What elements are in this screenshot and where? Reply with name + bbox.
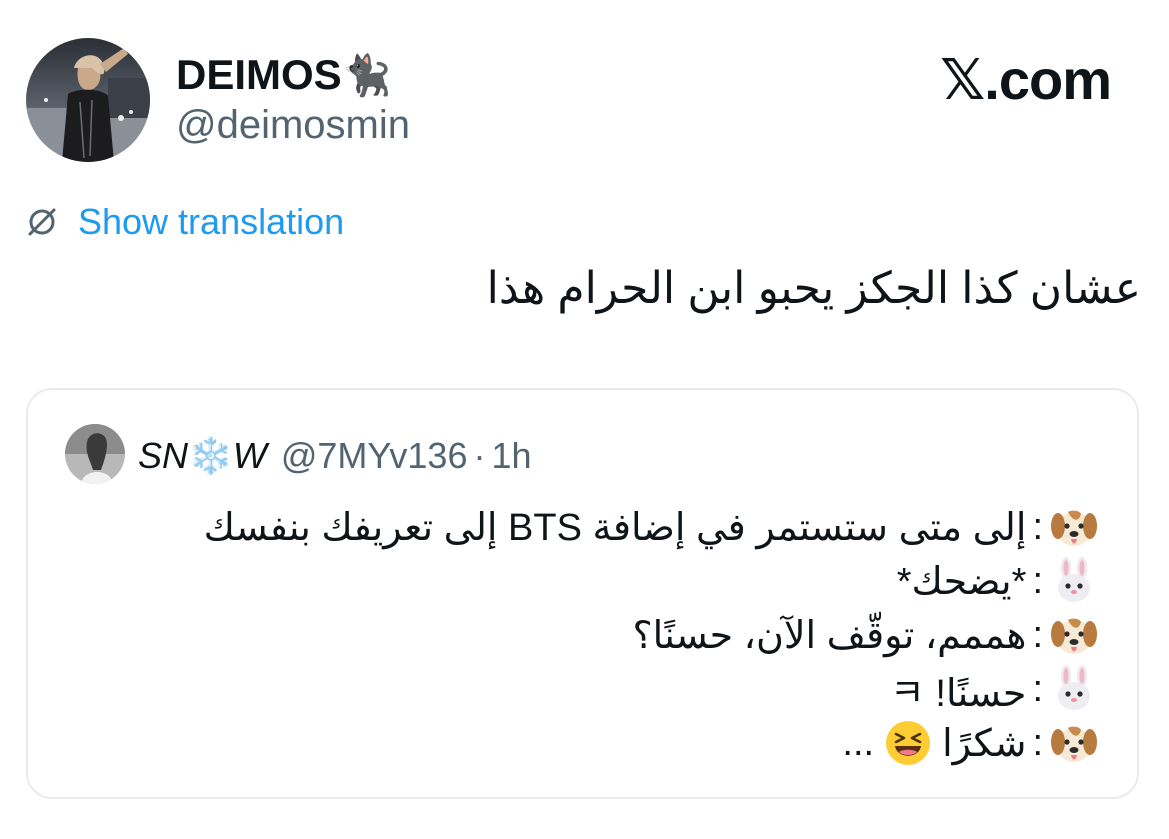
quoted-tweet-card[interactable]: SN❄️W @7MYv136 · 1h : إلى متى ستستمر في … — [26, 388, 1139, 799]
brand-domain-text: .com — [984, 48, 1112, 111]
show-translation-button[interactable]: Show translation — [24, 200, 344, 244]
line-colon: : — [1032, 505, 1043, 548]
author-handle[interactable]: @deimosmin — [176, 103, 410, 147]
author-avatar[interactable] — [26, 38, 150, 162]
dog-face-icon — [1051, 618, 1097, 654]
quote-author-handle[interactable]: @7MYv136 — [281, 436, 468, 476]
author-name-text: DEIMOS — [176, 51, 342, 98]
quote-name-left: SN — [138, 434, 189, 476]
laughing-face-icon — [886, 721, 931, 765]
quote-line: : *يضحك* — [204, 554, 1099, 608]
quote-line: : هممم، توقّف الآن، حسنًا؟ — [204, 608, 1099, 662]
line-colon: : — [1032, 613, 1043, 656]
line-colon: : — [1032, 721, 1043, 764]
tweet-text: عشان كذا الجكز يحبو ابن الحرام هذا — [486, 264, 1141, 313]
line-text: إلى متى ستستمر في إضافة BTS إلى تعريفك ب… — [203, 506, 1027, 549]
snowflake-icon: ❄️ — [188, 435, 233, 477]
rabbit-face-icon — [1058, 557, 1090, 602]
globe-icon — [28, 208, 56, 236]
x-brand-logo: 𝕏.com — [940, 48, 1112, 113]
line-colon: : — [1032, 559, 1043, 602]
rabbit-face-icon — [1058, 665, 1090, 710]
separator-dot: · — [473, 435, 486, 476]
x-logo-icon: 𝕏 — [940, 48, 985, 113]
quote-line: : حسنًا! ㅋ — [204, 662, 1099, 716]
quote-name-right: W — [232, 434, 267, 476]
line-text: هممم، توقّف الآن، حسنًا؟ — [632, 614, 1027, 657]
black-cat-icon: 🐈‍⬛ — [341, 53, 392, 99]
line-colon: : — [1032, 667, 1043, 710]
quote-avatar-image — [65, 424, 125, 484]
quote-line: : شكرًا ... — [204, 716, 1099, 770]
line-text: حسنًا! ㅋ — [889, 672, 1027, 715]
quote-author-name[interactable]: SN❄️W — [138, 434, 267, 477]
author-avatar-image — [26, 38, 150, 162]
show-translation-label: Show translation — [78, 201, 345, 242]
quote-line: : إلى متى ستستمر في إضافة BTS إلى تعريفك… — [204, 500, 1099, 554]
line-text: *يضحك* — [896, 560, 1027, 603]
line-text: شكرًا — [942, 722, 1027, 765]
line-suffix: ... — [842, 721, 875, 764]
quote-body: : إلى متى ستستمر في إضافة BTS إلى تعريفك… — [204, 500, 1099, 770]
quote-timestamp[interactable]: 1h — [491, 436, 531, 476]
dog-face-icon — [1051, 726, 1097, 762]
quote-author-avatar[interactable] — [65, 424, 125, 484]
quote-header: SN❄️W @7MYv136 · 1h — [138, 434, 532, 478]
dog-face-icon — [1051, 510, 1097, 546]
author-display-name[interactable]: DEIMOS🐈‍⬛ — [176, 51, 392, 100]
